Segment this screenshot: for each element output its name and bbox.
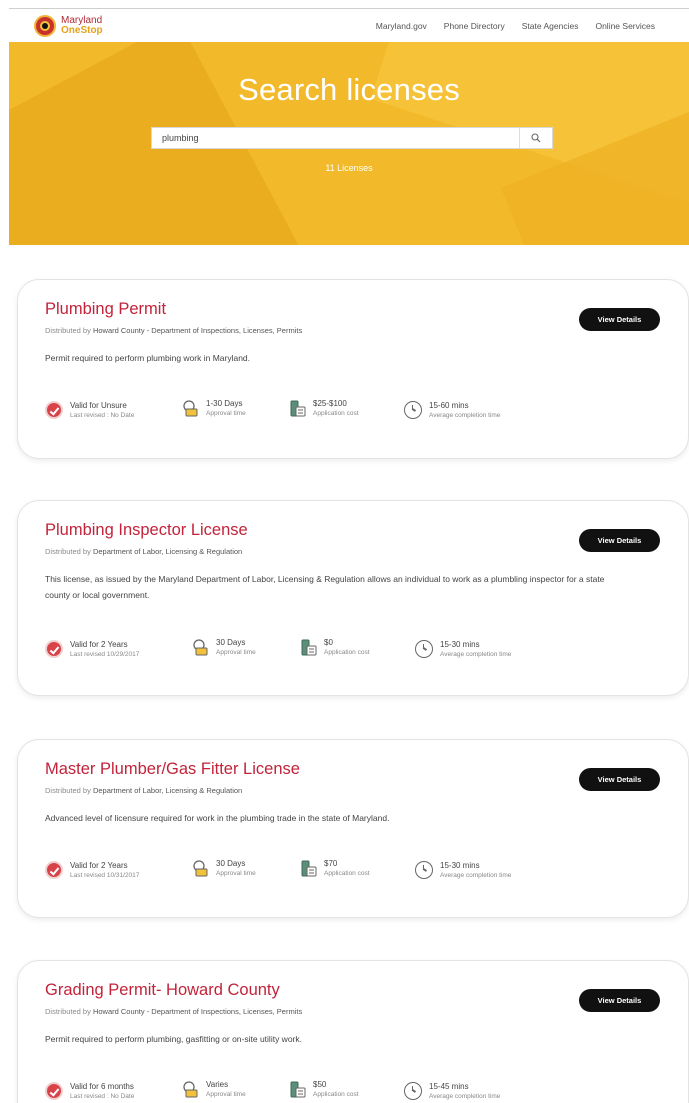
completion-stat: 15-30 mins Average completion time: [415, 640, 511, 659]
cost-stat: $50 Application cost: [288, 1080, 359, 1099]
money-icon: [290, 400, 306, 417]
license-title[interactable]: Grading Permit- Howard County: [45, 981, 280, 1000]
clock-icon: [415, 861, 433, 879]
search-bar: [151, 127, 553, 149]
license-title[interactable]: Plumbing Permit: [45, 300, 166, 319]
license-card: Plumbing Permit Distributed by Howard Co…: [17, 279, 689, 459]
nav-link-state-agencies[interactable]: State Agencies: [522, 21, 579, 31]
maryland-onestop-logo[interactable]: Maryland OneStop: [34, 14, 103, 37]
cost-stat: $70 Application cost: [299, 859, 370, 878]
license-description: This license, as issued by the Maryland …: [45, 574, 605, 600]
results-count: 11 Licenses: [325, 163, 373, 173]
maryland-seal-icon: [34, 14, 56, 37]
validity-stat: Valid for 6 months Last revised : No Date: [45, 1082, 134, 1101]
license-card: Plumbing Inspector License Distributed b…: [17, 500, 689, 696]
search-input[interactable]: [152, 128, 519, 148]
license-description: Advanced level of licensure required for…: [45, 813, 390, 823]
cost-stat: $25-$100 Application cost: [288, 399, 359, 418]
nav-link-online-services[interactable]: Online Services: [595, 21, 655, 31]
logo-text: Maryland OneStop: [61, 14, 103, 36]
page-title: Search licenses: [238, 72, 460, 107]
license-card: Grading Permit- Howard County Distribute…: [17, 960, 689, 1103]
license-distributor: Distributed by Howard County - Departmen…: [45, 1007, 303, 1016]
view-details-button[interactable]: View Details: [579, 989, 660, 1012]
validity-stat: Valid for Unsure Last revised : No Date: [45, 401, 134, 420]
license-distributor: Distributed by Department of Labor, Lice…: [45, 547, 243, 556]
money-icon: [301, 860, 317, 877]
valid-check-icon: [45, 640, 63, 658]
logo-line-2: OneStop: [61, 24, 103, 36]
money-icon: [290, 1081, 306, 1098]
search-hero-banner: Search licenses 11 Licenses: [9, 42, 689, 245]
approval-stat: 30 Days Approval time: [191, 859, 256, 878]
license-distributor: Distributed by Howard County - Departmen…: [45, 326, 303, 335]
license-card: Master Plumber/Gas Fitter License Distri…: [17, 739, 689, 918]
search-icon: [531, 133, 541, 143]
valid-check-icon: [45, 861, 63, 879]
search-button[interactable]: [519, 128, 552, 148]
clock-icon: [415, 640, 433, 658]
valid-check-icon: [45, 401, 63, 419]
cost-stat: $0 Application cost: [299, 638, 370, 657]
license-description: Permit required to perform plumbing work…: [45, 353, 251, 363]
validity-stat: Valid for 2 Years Last revised 10/31/2017: [45, 861, 139, 880]
approval-stat: 1-30 Days Approval time: [181, 399, 246, 418]
completion-stat: 15-45 mins Average completion time: [404, 1082, 500, 1101]
approval-stamp-icon: [193, 860, 208, 877]
approval-stat: Varies Approval time: [181, 1080, 246, 1099]
money-icon: [301, 639, 317, 656]
approval-stamp-icon: [193, 639, 208, 656]
clock-icon: [404, 1082, 422, 1100]
completion-stat: 15-60 mins Average completion time: [404, 401, 500, 420]
license-title[interactable]: Plumbing Inspector License: [45, 521, 248, 540]
license-description: Permit required to perform plumbing, gas…: [45, 1034, 302, 1044]
approval-stamp-icon: [183, 400, 198, 417]
nav-link-maryland-gov[interactable]: Maryland.gov: [376, 21, 427, 31]
view-details-button[interactable]: View Details: [579, 768, 660, 791]
logo-line-1: Maryland: [61, 14, 103, 26]
clock-icon: [404, 401, 422, 419]
approval-stat: 30 Days Approval time: [191, 638, 256, 657]
view-details-button[interactable]: View Details: [579, 529, 660, 552]
view-details-button[interactable]: View Details: [579, 308, 660, 331]
approval-stamp-icon: [183, 1081, 198, 1098]
header-nav: Maryland.gov Phone Directory State Agenc…: [376, 9, 655, 43]
license-distributor: Distributed by Department of Labor, Lice…: [45, 786, 243, 795]
validity-stat: Valid for 2 Years Last revised 10/29/2017: [45, 640, 139, 659]
valid-check-icon: [45, 1082, 63, 1100]
top-navigation-bar: Maryland OneStop Maryland.gov Phone Dire…: [9, 8, 689, 42]
completion-stat: 15-30 mins Average completion time: [415, 861, 511, 880]
nav-link-phone-directory[interactable]: Phone Directory: [444, 21, 505, 31]
license-title[interactable]: Master Plumber/Gas Fitter License: [45, 760, 300, 779]
